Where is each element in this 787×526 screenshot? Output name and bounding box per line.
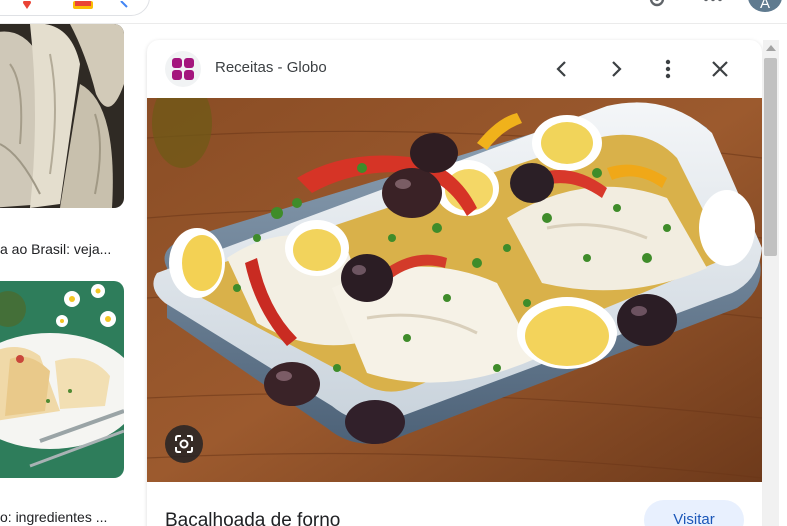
receitas-globo-logo-icon: [172, 58, 194, 80]
search-icon[interactable]: [119, 1, 131, 9]
visit-button[interactable]: Visitar: [644, 500, 744, 526]
scroll-up-arrow-icon[interactable]: [766, 45, 776, 51]
result-thumbnail[interactable]: [0, 281, 124, 478]
preview-image[interactable]: [147, 98, 762, 482]
site-name[interactable]: Receitas - Globo: [215, 59, 327, 76]
image-search-page: A a ao Brasil: veja... o: ingredientes .…: [0, 0, 787, 526]
more-options-button[interactable]: [654, 55, 682, 83]
close-icon: [712, 61, 728, 77]
image-preview-panel: Receitas - Globo Bacalhoada de forno Vis…: [147, 40, 762, 526]
preview-header: Receitas - Globo: [147, 40, 762, 98]
settings-gear-icon[interactable]: [646, 0, 668, 10]
search-box[interactable]: [0, 0, 150, 16]
close-preview-button[interactable]: [706, 55, 734, 83]
chevron-left-icon: [556, 61, 566, 77]
lens-icon: [175, 435, 193, 453]
result-thumbnail[interactable]: [0, 24, 124, 208]
cod-dish-with-daisies-image: [0, 281, 124, 478]
previous-image-button[interactable]: [548, 55, 576, 83]
more-vert-icon: [665, 59, 671, 79]
top-bar: A: [0, 0, 787, 24]
google-apps-icon[interactable]: [702, 0, 724, 10]
baked-cod-casserole-image: [147, 98, 762, 482]
next-image-button[interactable]: [602, 55, 630, 83]
google-lens-button[interactable]: [165, 425, 203, 463]
preview-title[interactable]: Bacalhoada de forno: [165, 510, 340, 526]
site-favicon[interactable]: [165, 51, 201, 87]
account-avatar[interactable]: A: [748, 0, 782, 12]
image-search-icon[interactable]: [71, 1, 95, 9]
scrollbar-thumb[interactable]: [764, 58, 777, 256]
dried-salted-cod-image: [0, 24, 124, 208]
scrollbar[interactable]: [763, 40, 779, 526]
chevron-right-icon: [612, 61, 622, 77]
result-caption[interactable]: o: ingredientes ...: [0, 509, 130, 525]
result-caption[interactable]: a ao Brasil: veja...: [0, 241, 130, 257]
maps-pin-icon[interactable]: [21, 1, 33, 9]
